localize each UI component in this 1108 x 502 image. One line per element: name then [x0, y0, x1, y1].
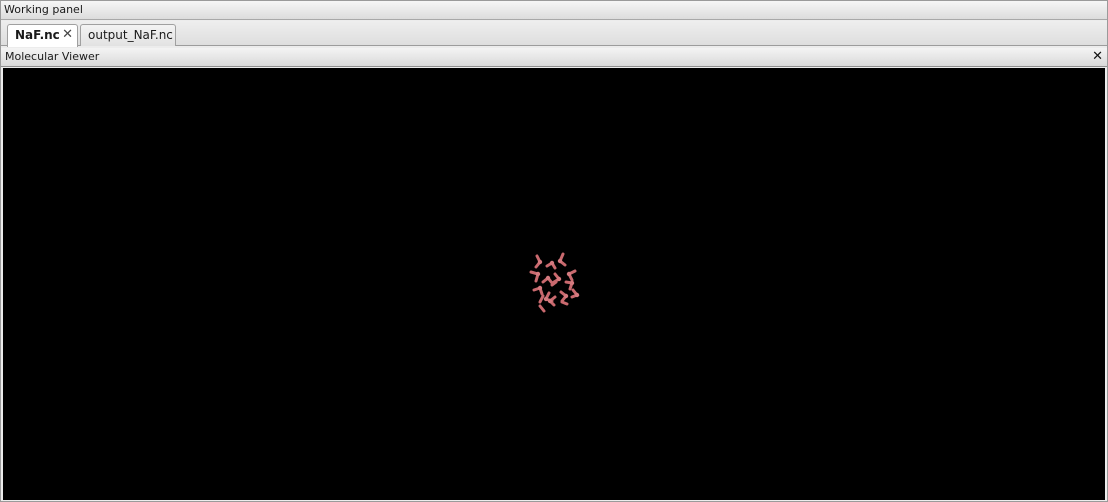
- close-icon[interactable]: ✕: [62, 25, 73, 45]
- tab-label: output_NaF.nc: [88, 28, 173, 42]
- molecular-viewer-header: Molecular Viewer ✕: [1, 48, 1107, 67]
- tab-output-naf-nc[interactable]: output_NaF.nc: [80, 24, 176, 46]
- molecule-render: [529, 252, 580, 313]
- working-panel-header: Working panel: [1, 1, 1107, 20]
- molecular-viewer-title: Molecular Viewer: [5, 50, 100, 63]
- application-window: Working panel NaF.nc ✕ output_NaF.nc Mol…: [0, 0, 1108, 502]
- tab-bar: NaF.nc ✕ output_NaF.nc: [1, 21, 1107, 47]
- tab-label: NaF.nc: [15, 28, 60, 42]
- close-icon[interactable]: ✕: [1092, 48, 1103, 66]
- tab-naf-nc[interactable]: NaF.nc ✕: [7, 24, 78, 47]
- working-panel-title: Working panel: [4, 3, 83, 16]
- molecular-viewer-canvas[interactable]: [3, 68, 1105, 500]
